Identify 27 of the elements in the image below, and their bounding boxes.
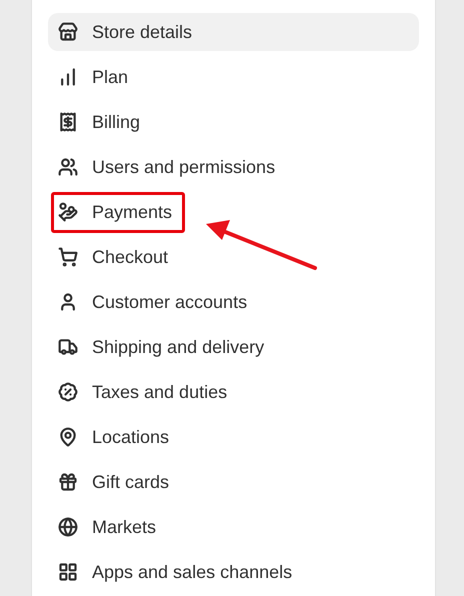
globe-icon [58,517,78,537]
hand-coins-icon [58,202,78,222]
menu-item[interactable]: Markets [48,508,419,546]
menu-item[interactable]: Customer accounts [48,283,419,321]
highlight-frame: Payments [51,192,186,232]
menu-item[interactable]: Store details [48,13,419,51]
map-pin-icon [58,427,78,447]
truck-icon [58,337,78,357]
user-icon [58,292,78,312]
percent-badge-icon [58,382,78,402]
menu-item[interactable]: Apps and sales channels [48,553,419,591]
menu-item[interactable]: Locations [48,418,419,456]
cart-icon [58,247,78,267]
menu-item[interactable]: Billing [48,103,419,141]
bar-chart-icon [58,67,78,87]
grid-icon [58,562,78,582]
menu-item[interactable]: Users and permissions [48,148,419,186]
gift-icon [58,472,78,492]
menu-item[interactable]: Taxes and duties [48,373,419,411]
menu-item[interactable]: Payments [48,193,419,231]
store-icon [58,22,78,42]
users-icon [58,157,78,177]
menu-item[interactable]: Checkout [48,238,419,276]
receipt-icon [58,112,78,132]
menu-item[interactable]: Gift cards [48,463,419,501]
menu-item[interactable]: Plan [48,58,419,96]
menu-item[interactable]: Shipping and delivery [48,328,419,366]
